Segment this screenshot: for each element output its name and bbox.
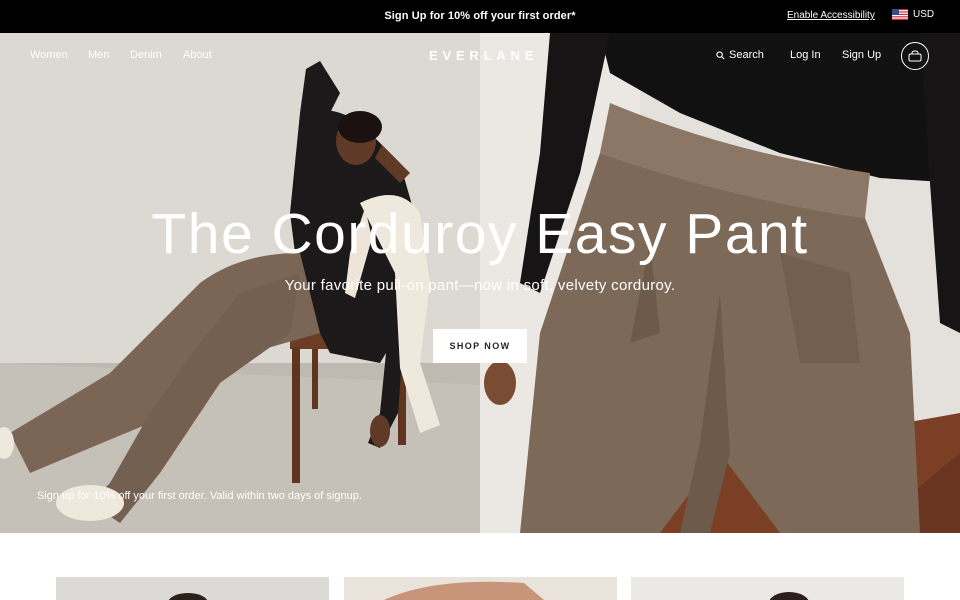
- nav-denim[interactable]: Denim: [130, 49, 162, 61]
- product-card[interactable]: [56, 577, 329, 600]
- everlane-logo[interactable]: EVERLANE: [429, 48, 538, 63]
- product-card[interactable]: [631, 577, 904, 600]
- hero-subtitle: Your favorite pull-on pant—now in soft, …: [284, 277, 676, 294]
- hero-title: The Corduroy Easy Pant: [151, 202, 809, 266]
- product-image: [384, 581, 544, 600]
- search-icon: [716, 50, 725, 59]
- us-flag-icon: [892, 9, 908, 20]
- product-card[interactable]: [344, 577, 617, 600]
- shop-now-button[interactable]: SHOP NOW: [433, 329, 527, 363]
- search-button[interactable]: Search: [716, 49, 764, 61]
- signup-link[interactable]: Sign Up: [842, 49, 881, 61]
- cart-button[interactable]: [901, 42, 929, 70]
- nav-women[interactable]: Women: [30, 49, 68, 61]
- accessibility-link[interactable]: Enable Accessibility: [787, 10, 875, 21]
- nav-men[interactable]: Men: [88, 49, 109, 61]
- currency-label: USD: [913, 9, 935, 20]
- currency-selector[interactable]: USD: [892, 9, 934, 20]
- search-label: Search: [729, 49, 764, 61]
- shopping-bag-icon: [908, 50, 922, 62]
- main-nav: Women Men Denim About EVERLANE Search Lo…: [0, 33, 960, 79]
- login-link[interactable]: Log In: [790, 49, 821, 61]
- promo-bar: Sign Up for 10% off your first order* En…: [0, 0, 960, 33]
- hero-banner: Women Men Denim About EVERLANE Search Lo…: [0, 33, 960, 533]
- hero-signup-note: Sign up for 10% off your first order. Va…: [37, 490, 362, 502]
- product-image: [168, 593, 208, 600]
- product-image: [769, 592, 809, 600]
- nav-about[interactable]: About: [183, 49, 212, 61]
